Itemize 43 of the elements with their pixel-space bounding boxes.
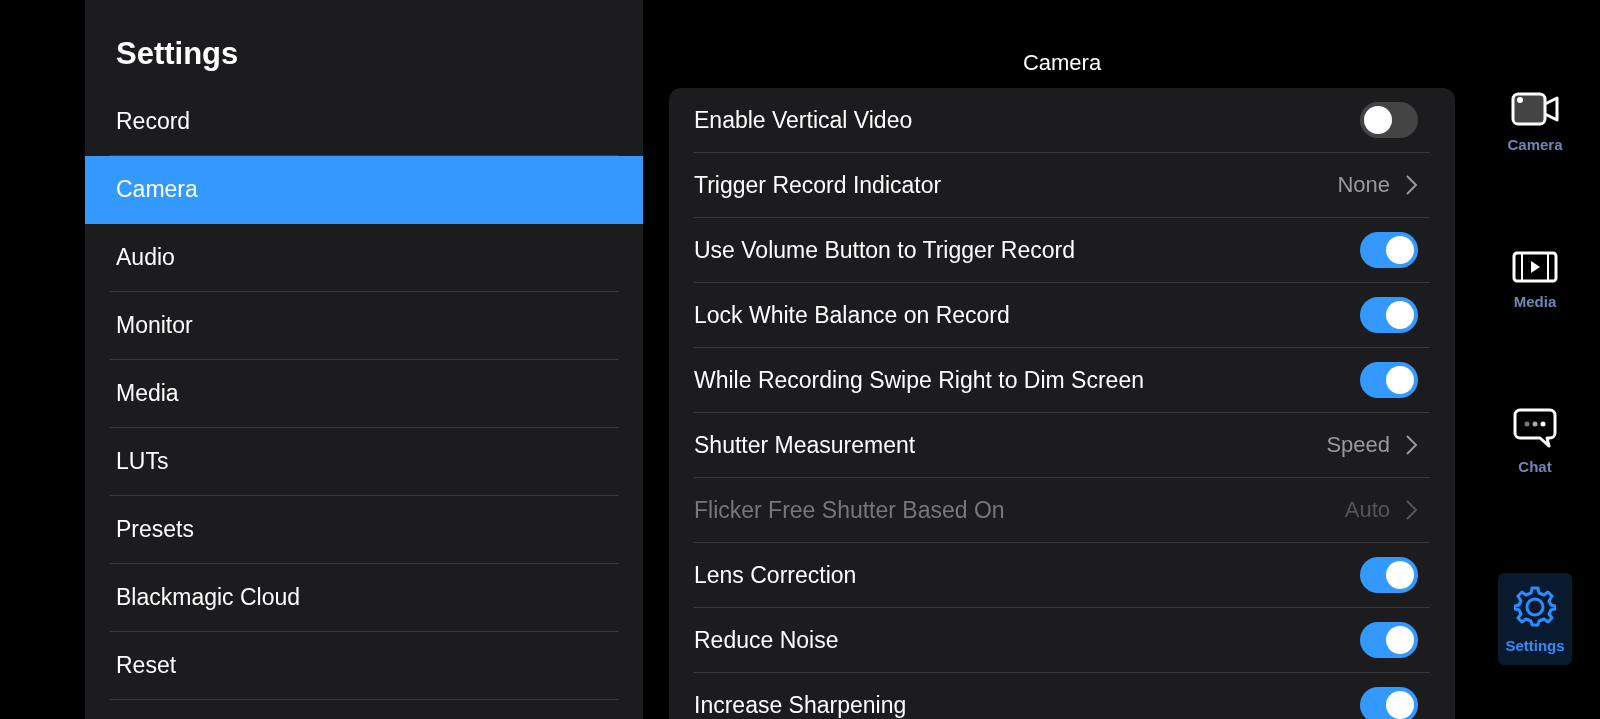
setting-label: Lens Correction: [694, 561, 858, 589]
film-play-icon: [1512, 251, 1558, 283]
sidebar-title: Settings: [115, 35, 240, 73]
nav-label: Chat: [1518, 458, 1552, 475]
setting-label: While Recording Swipe Right to Dim Screen: [694, 366, 1145, 394]
setting-label: Use Volume Button to Trigger Record: [694, 236, 1076, 264]
nav-tab[interactable]: Settings: [1498, 573, 1572, 665]
toggle-switch[interactable]: [1360, 687, 1418, 719]
setting-label: Enable Vertical Video: [694, 106, 914, 134]
sidebar-item[interactable]: Presets: [110, 496, 618, 564]
setting-label: Trigger Record Indicator: [694, 171, 943, 199]
toggle-switch[interactable]: [1360, 297, 1418, 333]
setting-value[interactable]: None: [1337, 172, 1390, 198]
toggle-switch[interactable]: [1360, 232, 1418, 268]
page-title: Camera: [1021, 49, 1103, 77]
nav-label: Camera: [1507, 136, 1563, 153]
chevron-right-icon: [1404, 499, 1418, 521]
setting-label: Lock White Balance on Record: [694, 301, 1011, 329]
nav-label: Settings: [1505, 636, 1565, 654]
settings-icon: [1514, 584, 1556, 627]
nav-tab[interactable]: Media: [1498, 251, 1572, 310]
chevron-right-icon: [1404, 174, 1418, 196]
sidebar-item[interactable]: LUTs: [110, 428, 618, 496]
toggle-switch[interactable]: [1360, 622, 1418, 658]
sidebar-item[interactable]: Reset: [110, 632, 618, 700]
chevron-right-icon: [1404, 434, 1418, 456]
toggle-switch[interactable]: [1360, 557, 1418, 593]
setting-label: Shutter Measurement: [694, 431, 917, 459]
toggle-switch[interactable]: [1360, 362, 1418, 398]
nav-tab[interactable]: Camera: [1498, 92, 1572, 153]
setting-label: Flicker Free Shutter Based On: [694, 496, 1006, 524]
setting-label: Reduce Noise: [694, 626, 840, 654]
nav-tab[interactable]: Chat: [1498, 408, 1572, 475]
video-camera-icon: [1511, 92, 1559, 126]
sidebar-item[interactable]: Media: [110, 360, 618, 428]
nav-label: Media: [1513, 293, 1557, 310]
setting-label: Increase Sharpening: [694, 691, 908, 719]
toggle-switch[interactable]: [1360, 102, 1418, 138]
sidebar-item[interactable]: Blackmagic Cloud: [110, 564, 618, 632]
sidebar-item[interactable]: Audio: [110, 224, 618, 292]
sidebar-item[interactable]: Monitor: [110, 292, 618, 360]
setting-value[interactable]: Speed: [1326, 432, 1390, 458]
chat-bubble-icon: [1513, 408, 1557, 448]
